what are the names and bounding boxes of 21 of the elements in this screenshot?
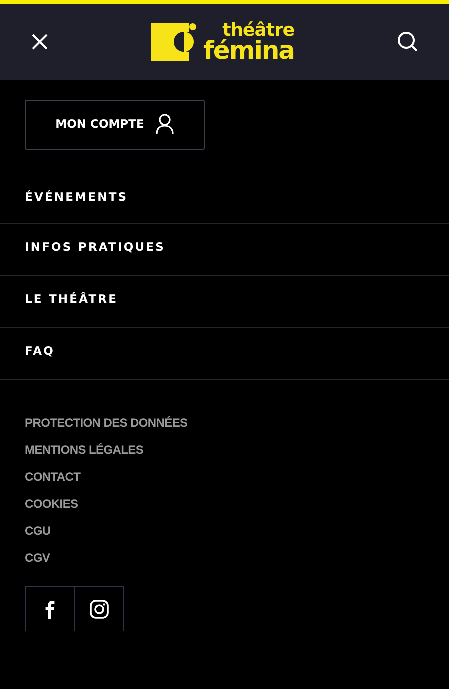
facebook-button[interactable] xyxy=(25,586,75,631)
footer-link[interactable]: PROTECTION DES DONNÉES xyxy=(25,414,424,441)
footer-link[interactable]: CONTACT xyxy=(25,468,424,495)
search-icon[interactable] xyxy=(397,31,419,53)
footer-link[interactable]: COOKIES xyxy=(25,495,424,522)
logo-text: théâtre xyxy=(222,22,295,39)
footer-link[interactable]: CGU xyxy=(25,522,424,549)
instagram-button[interactable] xyxy=(74,586,124,631)
logo-text: fémina xyxy=(203,39,295,62)
user-icon xyxy=(156,114,174,134)
logo-icon xyxy=(151,23,198,61)
nav-link[interactable]: FAQ xyxy=(0,328,449,380)
facebook-icon xyxy=(45,600,55,618)
account-button[interactable]: MON COMPTE xyxy=(25,100,205,150)
instagram-icon xyxy=(90,600,108,618)
nav-link[interactable]: INFOS PRATIQUES xyxy=(0,224,449,276)
nav-link[interactable]: ÉVÉNEMENTS xyxy=(0,174,449,224)
footer-link[interactable]: CGV xyxy=(25,549,424,576)
nav-link[interactable]: LE THÉÂTRE xyxy=(0,276,449,328)
close-icon[interactable] xyxy=(31,33,49,51)
footer-link[interactable]: MENTIONS LÉGALES xyxy=(25,441,424,468)
